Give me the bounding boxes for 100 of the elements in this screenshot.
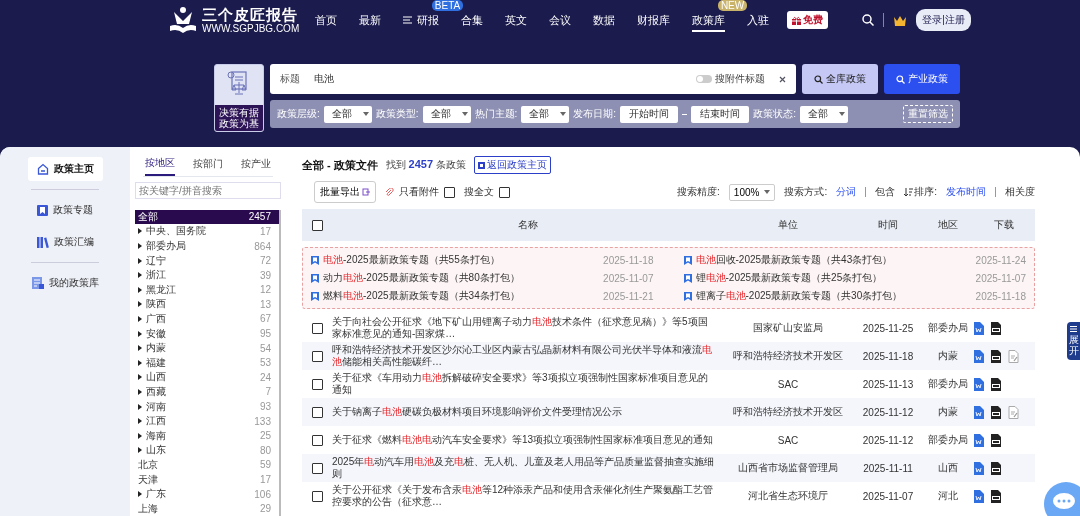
document-link[interactable]: 2025年电动汽车用电池及充电桩、无人机、儿童及老人用品等产品质量监督抽查实施细则 [332,456,723,480]
export-button[interactable]: 批量导出 [314,181,376,203]
nav-link[interactable]: 会议 [549,8,572,32]
sidebar-item[interactable]: 政策主页 [27,157,103,181]
search-scope[interactable]: 标题 [280,72,300,86]
expand-arrow-icon[interactable] [138,301,142,308]
nav-link[interactable]: 入驻 [747,8,770,32]
document-link[interactable]: 关于钠离子电池硬碳负极材料项目环境影响评价文件受理情况公示 [332,406,723,418]
tree-search-field[interactable]: 按关键字/拼音搜索 [135,182,281,199]
document-link[interactable]: 关于公开征求《关于发布含汞电池等12种添汞产品和使用含汞催化剂生产聚氨酯工艺管控要求的公告（征求意… [332,484,723,508]
checkbox[interactable] [444,186,455,198]
tree-item[interactable]: 天津 17 [135,472,279,487]
sidebar-item[interactable]: 政策专题 [28,198,102,222]
pdf-file-icon[interactable] [990,461,1002,475]
word-file-icon[interactable] [973,489,984,503]
logo-icon[interactable] [168,6,198,34]
expand-arrow-icon[interactable] [138,228,142,235]
tree-item[interactable]: 部委办局 864 [135,238,279,254]
nav-link[interactable]: 数据 [593,8,616,32]
pdf-file-icon[interactable] [990,405,1002,419]
sidebar-item[interactable]: 我的政策库 [22,271,108,295]
pdf-file-icon[interactable] [990,433,1002,447]
checkbox[interactable] [311,490,323,502]
checkbox[interactable] [311,434,323,446]
tree-item[interactable]: 黑龙江 12 [135,282,279,298]
tree-item[interactable]: 内蒙 54 [135,340,279,356]
pdf-file-icon[interactable] [990,321,1002,335]
tree-item[interactable]: 中央、国务院 17 [135,224,279,239]
search-field[interactable]: 标题 电池 搜附件标题 [270,64,796,94]
free-button[interactable]: 免费 [787,11,829,29]
checkbox[interactable] [311,219,323,231]
precision-select[interactable]: 100% [728,183,776,201]
sort-option[interactable]: 相关度 [1005,185,1035,199]
clear-icon[interactable] [779,75,786,83]
word-file-icon[interactable] [973,349,984,363]
search-mode-option[interactable]: 包含 [875,185,896,199]
search-mode-option[interactable]: 分词 [836,185,857,199]
tree-tab[interactable]: 按部门 [193,156,223,176]
nav-link[interactable]: 最新 [359,8,382,32]
expand-arrow-icon[interactable] [138,330,142,337]
expand-arrow-icon[interactable] [138,447,142,454]
word-file-icon[interactable] [973,405,984,419]
search-button[interactable]: 全库政策 [802,64,878,94]
tree-item[interactable]: 福建 53 [135,355,279,371]
filter-select[interactable]: 全部 [521,105,570,123]
filter-select[interactable]: 全部 [422,105,471,123]
tree-item[interactable]: 陕西 13 [135,297,279,312]
tree-item[interactable]: 广西 67 [135,311,279,327]
topic-link[interactable]: 动力电池-2025最新政策专题（共80条打包） [323,271,520,285]
tree-tab[interactable]: 按地区 [145,156,175,176]
checkbox[interactable] [311,462,323,474]
pdf-file-icon[interactable] [990,349,1002,363]
expand-tab[interactable]: 展开 [1067,322,1080,360]
nav-link[interactable]: 首页 [315,8,338,32]
checkbox[interactable] [499,186,510,198]
document-link[interactable]: 关于向社会公开征求《地下矿山用锂离子动力电池技术条件（征求意见稿）》等5项国家标准意见的通知-国家煤… [332,316,723,340]
nav-link[interactable]: 英文 [505,8,528,32]
tree-item[interactable]: 海南 25 [135,428,279,444]
document-link[interactable]: 关于征求《车用动力电池拆解破碎安全要求》等3项拟立项强制性国家标准项目意见的通知 [332,372,723,396]
expand-arrow-icon[interactable] [138,403,142,410]
document-link[interactable]: 呼和浩特经济技术开发区沙尔沁工业区内蒙古弘晶新材料有限公司光伏半导体和液流电池储能相关高性能碳纤… [332,344,723,368]
tree-item[interactable]: 全部 2457 [135,209,279,225]
pdf-file-icon[interactable] [990,377,1002,391]
topic-link[interactable]: 电池回收-2025最新政策专题（共43条打包） [695,253,893,267]
checkbox[interactable] [311,378,323,390]
checkbox[interactable] [311,406,323,418]
tree-item[interactable]: 西藏 7 [135,384,279,400]
tree-item[interactable]: 北京 59 [135,457,279,473]
tree-item[interactable]: 浙江 39 [135,267,279,283]
search-icon[interactable] [862,14,875,26]
tree-item[interactable]: 广东 106 [135,486,279,502]
sort-option[interactable]: 发布时间 [946,185,986,199]
expand-arrow-icon[interactable] [138,316,142,322]
topic-link[interactable]: 锂电池-2025最新政策专题（共25条打包） [695,271,883,285]
tree-item[interactable]: 河南 93 [135,399,279,414]
expand-arrow-icon[interactable] [138,243,142,249]
login-button[interactable]: 登录|注册 [916,9,971,31]
expand-arrow-icon[interactable] [138,257,142,264]
tree-item[interactable]: 上海 29 [135,501,279,516]
tree-item[interactable]: 山西 24 [135,370,279,385]
crown-icon[interactable] [893,14,908,26]
pdf-file-icon[interactable] [990,489,1002,503]
filter-select[interactable]: 全部 [799,105,848,123]
topic-link[interactable]: 锂离子电池-2025最新政策专题（共30条打包） [695,289,903,303]
tree-tab[interactable]: 按产业 [241,156,271,176]
tree-item[interactable]: 江西 133 [135,413,279,429]
word-file-icon[interactable] [973,433,984,447]
back-button[interactable]: 返回政策主页 [473,156,551,174]
checkbox[interactable] [311,350,323,362]
sidebar-item[interactable]: 政策汇编 [27,230,103,254]
nav-link[interactable]: 财报库 [637,8,671,32]
date-field[interactable]: 开始时间 [620,105,679,123]
document-link[interactable]: 关于征求《燃料电池电动汽车安全要求》等13项拟立项强制性国家标准项目意见的通知 [332,434,723,446]
topic-link[interactable]: 燃料电池-2025最新政策专题（共34条打包） [323,289,520,303]
filter-select[interactable]: 全部 [323,105,372,123]
toggle-switch[interactable] [696,75,712,83]
tree-item[interactable]: 辽宁 72 [135,253,279,268]
policy-badge[interactable]: 决策有据 政策为基 [214,64,264,132]
tree-item[interactable]: 安徽 95 [135,326,279,341]
expand-arrow-icon[interactable] [138,491,142,498]
